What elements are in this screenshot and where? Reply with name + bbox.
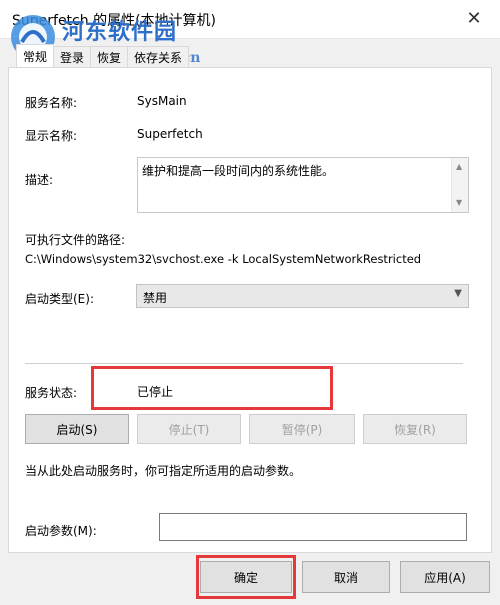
status-label: 服务状态: [25, 386, 78, 400]
path-value: C:\Windows\system32\svchost.exe -k Local… [25, 252, 422, 266]
description-text: 维护和提高一段时间内的系统性能。 [142, 164, 335, 178]
startup-params-label: 启动参数(M): [25, 524, 97, 538]
apply-button[interactable]: 应用(A) [400, 561, 490, 593]
description-label: 描述: [25, 173, 54, 187]
tab-logon[interactable]: 登录 [53, 46, 92, 67]
close-button[interactable]: ✕ [452, 2, 496, 34]
path-label: 可执行文件的路径: [25, 233, 126, 247]
title-bar: Superfetch 的属性(本地计算机) ✕ [0, 0, 500, 39]
scroll-up-icon[interactable]: ▲ [456, 162, 462, 171]
tab-bar: 常规 登录 恢复 依存关系 [16, 44, 190, 68]
pause-button[interactable]: 暂停(P) [249, 414, 355, 444]
stop-button[interactable]: 停止(T) [137, 414, 241, 444]
startup-type-select[interactable]: 禁用 ▼ [136, 284, 469, 308]
startup-params-input[interactable] [159, 513, 467, 541]
startup-params-hint: 当从此处启动服务时，你可指定所适用的启动参数。 [25, 464, 302, 478]
window-title: Superfetch 的属性(本地计算机) [12, 13, 216, 29]
tab-recovery[interactable]: 恢复 [90, 46, 129, 67]
description-scrollbar[interactable]: ▲ ▼ [451, 158, 468, 212]
description-box[interactable]: 维护和提高一段时间内的系统性能。 ▲ ▼ [137, 157, 469, 213]
ok-button[interactable]: 确定 [200, 561, 292, 593]
display-name-value: Superfetch [137, 127, 203, 141]
close-icon: ✕ [466, 7, 482, 29]
resume-button[interactable]: 恢复(R) [363, 414, 467, 444]
tab-general[interactable]: 常规 [16, 44, 55, 67]
display-name-label: 显示名称: [25, 129, 78, 143]
chevron-down-icon: ▼ [454, 288, 462, 299]
start-button[interactable]: 启动(S) [25, 414, 129, 444]
status-highlight-box [91, 366, 333, 410]
service-name-label: 服务名称: [25, 96, 78, 110]
service-name-value: SysMain [137, 94, 187, 108]
scroll-down-icon[interactable]: ▼ [456, 198, 462, 207]
tab-dependencies[interactable]: 依存关系 [127, 46, 190, 67]
general-panel: 服务名称: SysMain 显示名称: Superfetch 描述: 维护和提高… [8, 67, 492, 553]
startup-type-value: 禁用 [143, 291, 168, 305]
cancel-button[interactable]: 取消 [302, 561, 390, 593]
status-value: 已停止 [137, 385, 174, 399]
separator [25, 363, 463, 364]
startup-type-label: 启动类型(E): [25, 292, 94, 306]
